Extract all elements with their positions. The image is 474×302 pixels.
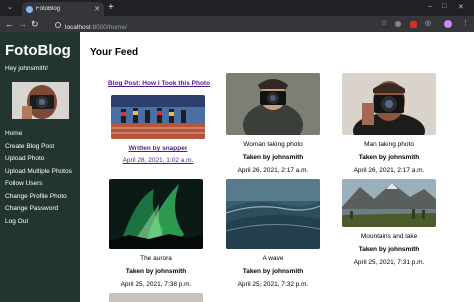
brand-logo[interactable]: FotoBlog: [5, 42, 71, 59]
photo-date: April 25, 2021, 7:32 p.m.: [237, 281, 309, 288]
photo-date: April 25, 2021, 7:38 p.m.: [120, 281, 192, 288]
url-path: :8000/home/: [90, 23, 127, 31]
photo-caption: Woman taking photo: [243, 141, 303, 148]
photo-card: The aurora Taken by johnsmith April 25, …: [108, 179, 204, 288]
photo-author: Taken by johnsmith: [358, 246, 420, 253]
photo-caption: Man taking photo: [364, 141, 414, 148]
photo-date: April 25, 2021, 7:31 p.m.: [353, 259, 425, 266]
extensions-puzzle-icon[interactable]: ◎: [425, 19, 431, 29]
sidebar-nav: Home Create Blog Post Upload Photo Uploa…: [5, 128, 72, 228]
browser-tab[interactable]: FotoBlog ✕: [22, 2, 104, 16]
close-window-icon[interactable]: ✕: [458, 3, 464, 11]
maximize-icon[interactable]: □: [442, 3, 446, 10]
photo-author: Taken by johnsmith: [242, 268, 304, 275]
photo-caption: A wave: [262, 255, 284, 262]
profile-photo: [12, 82, 69, 119]
photo-author: Taken by johnsmith: [125, 268, 187, 275]
photo-image[interactable]: [342, 73, 436, 135]
sidebar: FotoBlog Hey johnsmith! Home Create Blog…: [0, 32, 80, 302]
address-bar[interactable]: localhost:8000/home/: [55, 19, 375, 31]
browser-toolbar: ← → ↻ localhost:8000/home/ ☆ ◎ ⋮: [0, 16, 474, 32]
greeting-text: Hey johnsmith!: [5, 65, 48, 72]
nav-upload-multiple-photos[interactable]: Upload Multiple Photos: [5, 166, 72, 179]
photo-image[interactable]: [342, 179, 436, 227]
favicon-icon: [26, 5, 33, 13]
browser-tab-bar: ⌄ FotoBlog ✕ + – □ ✕: [0, 0, 474, 16]
forward-icon[interactable]: →: [18, 18, 27, 30]
photo-card: Woman taking photo Taken by johnsmith Ap…: [225, 73, 321, 174]
tab-search-icon[interactable]: ⌄: [7, 3, 13, 11]
photo-caption: Mountains and lake: [360, 233, 418, 240]
close-tab-icon[interactable]: ✕: [94, 6, 100, 13]
photo-author: Taken by johnsmith: [242, 154, 304, 161]
blog-post-author-link[interactable]: Written by snapper: [108, 145, 208, 152]
back-icon[interactable]: ←: [5, 18, 14, 30]
photo-caption: The aurora: [140, 255, 172, 262]
photo-card: Man taking photo Taken by johnsmith Apri…: [341, 73, 437, 174]
url-host: localhost: [65, 23, 91, 31]
photo-card: Mountains and lake Taken by johnsmith Ap…: [341, 179, 437, 266]
photo-image[interactable]: [226, 73, 320, 135]
nav-change-password[interactable]: Change Password: [5, 203, 72, 216]
page-title: Your Feed: [90, 47, 139, 58]
photo-date: April 26, 2021, 2:17 a.m.: [353, 167, 425, 174]
extension-red-icon[interactable]: [410, 21, 417, 28]
browser-menu-icon[interactable]: ⋮: [462, 19, 469, 29]
reload-icon[interactable]: ↻: [31, 18, 39, 30]
nav-upload-photo[interactable]: Upload Photo: [5, 153, 72, 166]
bookmark-star-icon[interactable]: ☆: [381, 19, 387, 29]
nav-create-blog-post[interactable]: Create Blog Post: [5, 141, 72, 154]
photo-card: A wave Taken by johnsmith April 25, 2021…: [225, 179, 321, 288]
blog-post-photo[interactable]: [111, 95, 205, 139]
profile-avatar-icon[interactable]: [444, 20, 452, 28]
new-tab-icon[interactable]: +: [108, 2, 114, 14]
blog-post-title-link[interactable]: Blog Post: How I Took this Photo: [108, 80, 210, 87]
minimize-icon[interactable]: –: [428, 3, 432, 10]
photo-image[interactable]: [109, 179, 203, 249]
tab-title: FotoBlog: [36, 6, 61, 12]
photo-author: Taken by johnsmith: [358, 154, 420, 161]
blog-post-date-link[interactable]: April 28, 2021, 1:02 a.m.: [108, 157, 208, 164]
photo-image[interactable]: [226, 179, 320, 249]
photo-image-partial[interactable]: [109, 293, 203, 302]
nav-change-profile-photo[interactable]: Change Profile Photo: [5, 191, 72, 204]
photo-date: April 26, 2021, 2:17 a.m.: [237, 167, 309, 174]
nav-follow-users[interactable]: Follow Users: [5, 178, 72, 191]
nav-home[interactable]: Home: [5, 128, 72, 141]
extension-icon[interactable]: [395, 21, 401, 27]
main-content: Your Feed Blog Post: How I Took this Pho…: [80, 32, 474, 302]
site-info-icon[interactable]: [55, 21, 61, 28]
blog-post-card: Blog Post: How I Took this Photo Written…: [108, 80, 210, 164]
nav-log-out[interactable]: Log Out: [5, 216, 72, 229]
